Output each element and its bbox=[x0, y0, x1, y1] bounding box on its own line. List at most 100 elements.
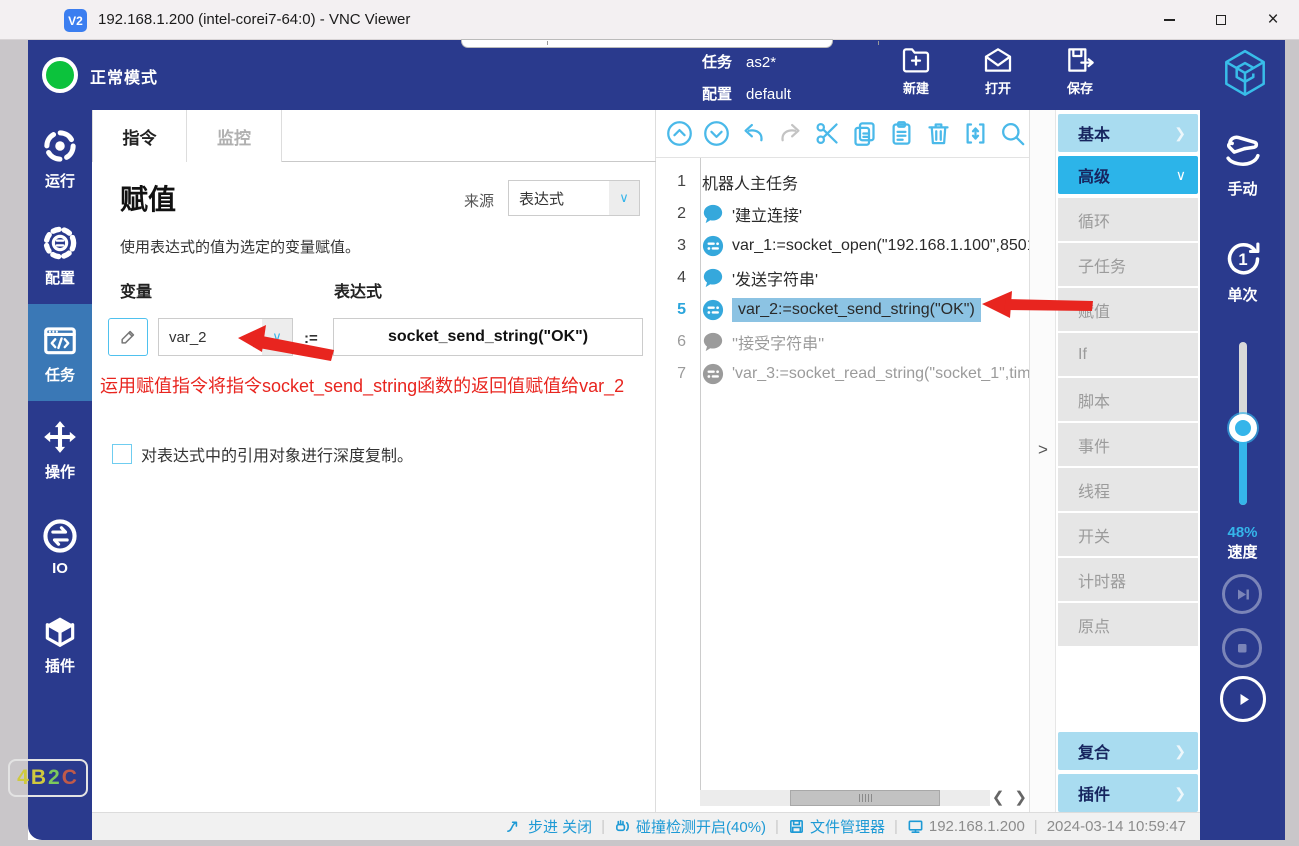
play-button[interactable] bbox=[1220, 676, 1266, 722]
deep-copy-checkbox[interactable] bbox=[112, 444, 132, 464]
cut-button[interactable] bbox=[814, 120, 841, 147]
category-item-timer[interactable]: 计时器 bbox=[1058, 558, 1198, 602]
tree-row[interactable]: 3 var_1:=socket_open("192.168.1.100",850… bbox=[656, 230, 1030, 262]
undo-button[interactable] bbox=[740, 120, 767, 147]
stop-button[interactable] bbox=[1222, 628, 1262, 668]
tree-row-disabled[interactable]: 6 ''接受字符串'' bbox=[656, 326, 1029, 358]
open-task-button[interactable]: 打开 bbox=[970, 44, 1026, 106]
category-item-switch[interactable]: 开关 bbox=[1058, 513, 1198, 557]
category-composite[interactable]: 复合 ❯ bbox=[1058, 732, 1198, 770]
comment-icon bbox=[702, 267, 724, 289]
tree-row[interactable]: 4 '发送字符串' bbox=[656, 262, 1029, 294]
sidebar-item-label: IO bbox=[52, 559, 68, 577]
move-down-button[interactable] bbox=[703, 120, 730, 147]
task-icon bbox=[44, 326, 76, 354]
right-sidebar: 手动 1 单次 48% 速度 bbox=[1200, 110, 1285, 840]
tree-row[interactable]: 2 '建立连接' bbox=[656, 198, 1029, 230]
copy-icon bbox=[854, 122, 875, 146]
step-button[interactable] bbox=[1222, 574, 1262, 614]
collision-status[interactable]: 碰撞检测开启(40%) bbox=[614, 816, 766, 837]
plugin-icon bbox=[45, 617, 75, 647]
category-item-origin[interactable]: 原点 bbox=[1058, 603, 1198, 647]
sidebar-item-label: 运行 bbox=[44, 172, 75, 190]
comment-icon bbox=[702, 203, 724, 225]
circle-up-icon bbox=[667, 121, 692, 146]
chevron-right-icon: ❯ bbox=[1174, 742, 1186, 759]
scroll-left-icon[interactable]: ❮ bbox=[992, 788, 1005, 806]
edit-variable-button[interactable] bbox=[108, 318, 148, 356]
config-value[interactable]: default bbox=[746, 86, 791, 103]
page-title: 赋值 bbox=[120, 184, 177, 215]
tree-row[interactable]: 1 机器人主任务 bbox=[656, 166, 1029, 198]
window-title: 192.168.1.200 (intel-corei7-64:0) - VNC … bbox=[98, 11, 411, 28]
variable-select[interactable]: var_2 ∨ bbox=[158, 318, 293, 356]
speed-slider[interactable] bbox=[1229, 342, 1257, 505]
collapse-chevron-icon[interactable]: > bbox=[1030, 440, 1056, 460]
search-icon bbox=[1002, 123, 1025, 146]
manual-mode-button[interactable]: 手动 bbox=[1200, 132, 1285, 199]
tab-instruction[interactable]: 指令 bbox=[92, 110, 187, 162]
sidebar-item-config[interactable]: 配置 bbox=[28, 207, 92, 304]
category-basic[interactable]: 基本 ❯ bbox=[1058, 114, 1198, 152]
delete-button[interactable] bbox=[925, 120, 952, 147]
insert-button[interactable] bbox=[962, 120, 989, 147]
redo-button[interactable] bbox=[777, 120, 804, 147]
sidebar-item-operate[interactable]: 操作 bbox=[28, 401, 92, 498]
source-select[interactable]: 表达式 ∨ bbox=[508, 180, 640, 216]
step-status[interactable]: 步进 关闭 bbox=[506, 816, 592, 837]
mode-status-icon[interactable] bbox=[42, 57, 78, 93]
single-run-button[interactable]: 1 单次 bbox=[1200, 238, 1285, 305]
file-manager-icon bbox=[789, 820, 803, 833]
single-label: 单次 bbox=[1227, 287, 1258, 304]
sidebar-item-run[interactable]: 运行 bbox=[28, 110, 92, 207]
line-number: 6 bbox=[677, 333, 686, 350]
category-item-if[interactable]: If bbox=[1058, 333, 1198, 377]
chevron-down-icon: ∨ bbox=[609, 181, 639, 215]
tree-row-selected[interactable]: 5 var_2:=socket_send_string("OK") bbox=[656, 294, 1029, 326]
tree-row-disabled[interactable]: 7 'var_3:=socket_read_string("socket_1",… bbox=[656, 358, 1029, 390]
maximize-button[interactable] bbox=[1195, 0, 1247, 40]
scrollbar-thumb[interactable] bbox=[790, 790, 940, 806]
file-manager-button[interactable]: 文件管理器 bbox=[788, 816, 885, 837]
horizontal-scrollbar[interactable] bbox=[700, 790, 990, 806]
category-plugin[interactable]: 插件 ❯ bbox=[1058, 774, 1198, 812]
expression-input[interactable]: socket_send_string("OK") bbox=[333, 318, 643, 356]
sidebar-item-task[interactable]: 任务 bbox=[28, 304, 92, 401]
search-button[interactable] bbox=[999, 120, 1026, 147]
close-button[interactable]: × bbox=[1247, 0, 1299, 40]
paste-button[interactable] bbox=[888, 120, 915, 147]
brand-logo-icon bbox=[1219, 48, 1271, 102]
scroll-right-icon[interactable]: ❯ bbox=[1014, 788, 1027, 806]
copy-button[interactable] bbox=[851, 120, 878, 147]
vnc-toolbar-tab[interactable] bbox=[462, 40, 879, 47]
toolbar-tick bbox=[878, 41, 879, 45]
category-item-assign[interactable]: 赋值 bbox=[1058, 288, 1198, 332]
save-task-button[interactable]: 保存 bbox=[1052, 44, 1108, 106]
svg-text:1: 1 bbox=[1238, 250, 1247, 269]
category-advanced[interactable]: 高级 ∨ bbox=[1058, 156, 1198, 194]
form-tabs: 指令 监控 bbox=[92, 110, 656, 162]
trash-icon bbox=[928, 123, 949, 145]
chevron-right-icon: ❯ bbox=[1174, 124, 1186, 141]
category-item-subtask[interactable]: 子任务 bbox=[1058, 243, 1198, 287]
line-text: var_1:=socket_open("192.168.1.100",8501,… bbox=[732, 237, 1030, 254]
sidebar-item-label: 任务 bbox=[44, 366, 75, 384]
sidebar-item-io[interactable]: IO bbox=[28, 498, 92, 595]
category-item-event[interactable]: 事件 bbox=[1058, 423, 1198, 467]
minimize-button[interactable] bbox=[1143, 0, 1195, 40]
maximize-icon bbox=[1216, 15, 1226, 25]
category-item-loop[interactable]: 循环 bbox=[1058, 198, 1198, 242]
move-up-button[interactable] bbox=[666, 120, 693, 147]
new-task-button[interactable]: 新建 bbox=[888, 44, 944, 106]
program-tree-panel: 1 机器人主任务 2 '建立连接' 3 var_1:=socket_open("… bbox=[656, 110, 1030, 812]
category-item-script[interactable]: 脚本 bbox=[1058, 378, 1198, 422]
expression-label: 表达式 bbox=[334, 284, 383, 301]
sidebar-item-plugin[interactable]: 插件 bbox=[28, 595, 92, 692]
task-value[interactable]: as2* bbox=[746, 54, 776, 71]
tab-monitor[interactable]: 监控 bbox=[187, 110, 282, 162]
source-label: 来源 bbox=[464, 193, 495, 210]
title-bar: V2 192.168.1.200 (intel-corei7-64:0) - V… bbox=[0, 0, 1299, 40]
line-text: '发送字符串' bbox=[732, 272, 819, 289]
slider-thumb[interactable] bbox=[1229, 414, 1257, 442]
category-item-thread[interactable]: 线程 bbox=[1058, 468, 1198, 512]
